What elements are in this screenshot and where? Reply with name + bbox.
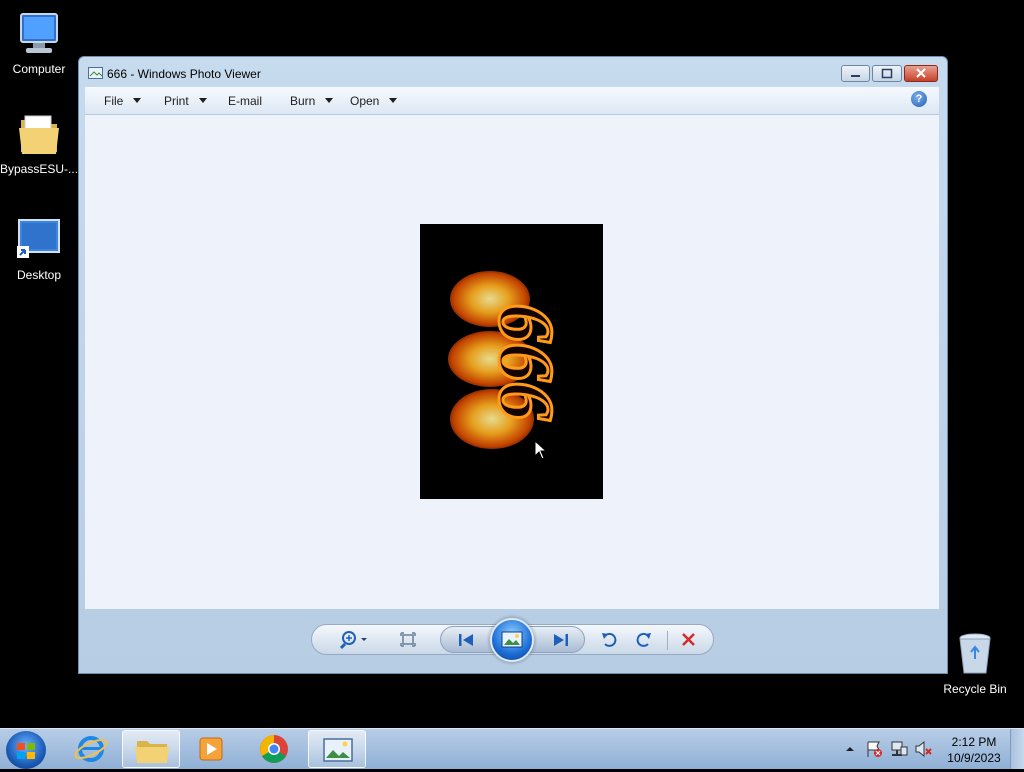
window-title: 666 - Windows Photo Viewer [107,67,261,81]
show-hidden-icons-arrow-icon[interactable] [844,743,856,755]
computer-icon [15,10,63,58]
menu-burn[interactable]: Burn [290,94,334,108]
start-button[interactable] [6,731,46,769]
rotate-right-icon [636,632,651,647]
show-desktop-button[interactable] [1010,729,1024,769]
windows-logo-icon [17,743,35,759]
taskbar: 2:12 PM 10/9/2023 [0,728,1024,769]
clock-date: 10/9/2023 [947,751,1001,765]
photo-viewer-app-icon [88,67,103,79]
photo-number-text: 666 [483,304,570,421]
previous-button[interactable] [455,630,477,650]
playback-toolbar [79,609,947,673]
photo-viewer-icon [323,738,353,762]
chrome-icon [260,735,288,763]
menu-print[interactable]: Print [164,94,207,108]
command-bar: File Print E-mail Burn Open ? [85,87,939,115]
mouse-cursor-icon [534,440,548,460]
network-icon[interactable] [889,739,909,759]
zoom-button[interactable] [338,630,370,650]
clock-time: 2:12 PM [951,735,997,749]
help-icon[interactable]: ? [911,91,927,107]
action-center-flag-icon[interactable] [864,739,884,759]
desktop-icon-desktop[interactable]: Desktop [0,216,78,282]
menu-open-label: Open [350,94,380,108]
desktop-icon-label: Recycle Bin [943,682,1007,696]
recycle-bin-icon [951,630,999,678]
menu-print-label: Print [164,94,189,108]
desktop-icon-label: Computer [12,62,66,76]
desktop-icon-label: Desktop [16,268,62,282]
menu-email[interactable]: E-mail [228,94,262,108]
menu-file[interactable]: File [104,94,142,108]
rotate-counterclockwise-button[interactable] [599,630,621,650]
minimize-icon [851,75,860,77]
chevron-down-icon [389,98,398,103]
photo-display-area: 666 [85,115,939,609]
maximize-icon [881,68,893,79]
folder-icon [135,741,169,763]
slideshow-icon [501,631,523,648]
chevron-down-icon [133,98,142,103]
desktop-icon-bypassesu-folder[interactable]: BypassESU-... [0,110,78,176]
taskbar-file-explorer[interactable] [122,730,180,768]
delete-button[interactable] [678,630,700,650]
slideshow-button[interactable] [490,618,534,662]
minimize-button[interactable] [841,65,870,82]
menu-burn-label: Burn [290,94,316,108]
fit-window-icon [400,632,416,647]
next-icon [554,634,568,646]
system-clock[interactable]: 2:12 PM 10/9/2023 [946,734,1002,766]
chevron-down-icon [325,98,334,103]
photo-666-flames[interactable]: 666 [420,224,603,499]
internet-explorer-icon [74,736,108,762]
close-button[interactable] [904,65,938,82]
chevron-down-icon [198,98,207,103]
taskbar-media-player[interactable] [182,730,240,768]
menu-open[interactable]: Open [350,94,398,108]
photo-viewer-window: 666 - Windows Photo Viewer File Print E-… [78,56,948,674]
toolbar-separator [667,631,668,650]
desktop-icon-computer[interactable]: Computer [0,10,78,76]
maximize-button[interactable] [872,65,902,82]
previous-icon [459,634,473,646]
desktop-icon-label: BypassESU-... [0,162,78,176]
close-icon [916,68,926,78]
flaming-666-image: 666 [420,224,603,499]
taskbar-photo-viewer[interactable] [308,730,366,768]
delete-x-icon [682,633,695,646]
media-player-icon [199,737,223,761]
menu-file-label: File [104,94,124,108]
zoom-magnifier-icon [339,631,367,650]
taskbar-internet-explorer[interactable] [62,730,120,768]
window-titlebar[interactable]: 666 - Windows Photo Viewer [79,57,947,87]
next-button[interactable] [550,630,572,650]
rotate-left-icon [602,632,617,647]
desktop-shortcut-icon [15,216,63,264]
volume-muted-icon[interactable] [913,739,933,759]
actual-size-button[interactable] [398,630,420,650]
taskbar-chrome[interactable] [245,730,303,768]
viewer-controls [311,618,714,662]
rotate-clockwise-button[interactable] [632,630,654,650]
folder-icon [15,110,63,158]
